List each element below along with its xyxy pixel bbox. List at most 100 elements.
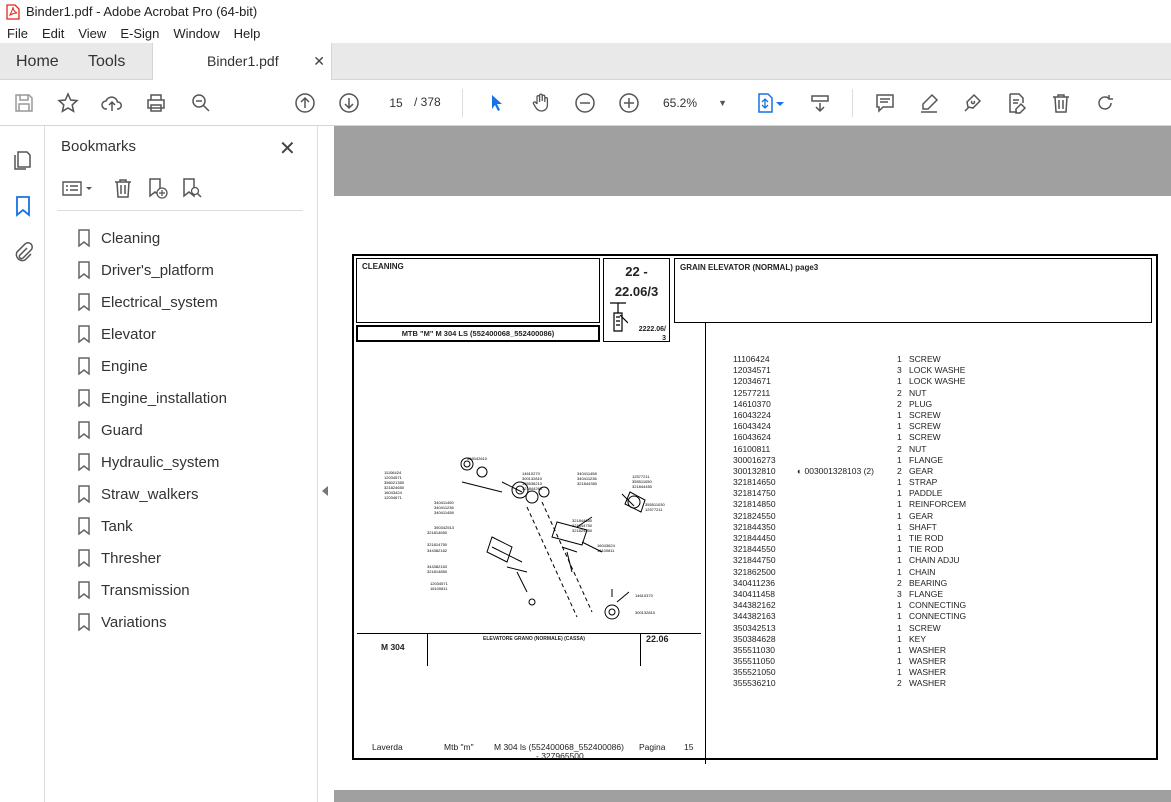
reference-bottom: 22.06/3 (614, 284, 659, 299)
menu-esign[interactable]: E-Sign (113, 26, 166, 41)
part-code: 344382163 (733, 611, 776, 622)
part-qty: 1 (897, 644, 902, 655)
bookmark-icon (78, 389, 90, 407)
bookmark-item-hydraulic-system[interactable]: Hydraulic_system (77, 446, 227, 478)
bookmark-item-variations[interactable]: Variations (77, 606, 227, 638)
part-description: WASHER (909, 678, 946, 689)
tab-tools[interactable]: Tools (88, 43, 125, 80)
fit-page-icon[interactable] (753, 91, 777, 115)
svg-text:321844350: 321844350 (577, 481, 598, 486)
part-description: WASHER (909, 644, 946, 655)
rotate-icon[interactable] (1093, 91, 1117, 115)
bookmark-item-transmission[interactable]: Transmission (77, 574, 227, 606)
bookmark-item-guard[interactable]: Guard (77, 414, 227, 446)
scroll-mode-icon[interactable] (808, 91, 832, 115)
sign-pen-icon[interactable] (961, 91, 985, 115)
part-qty: 1 (897, 656, 902, 667)
bookmarks-panel-icon[interactable] (11, 194, 35, 218)
part-alt-code (797, 589, 897, 600)
page-number-input[interactable] (382, 93, 410, 113)
menu-window[interactable]: Window (166, 26, 226, 41)
table-row: 321844750 1 CHAIN ADJU (733, 555, 966, 566)
zoom-in-icon[interactable] (617, 91, 641, 115)
close-panel-icon[interactable]: ✕ (279, 136, 296, 161)
hand-tool-icon[interactable] (529, 91, 553, 115)
part-description: LOCK WASHE (909, 365, 966, 376)
close-tab-icon[interactable]: ✕ (313, 43, 325, 80)
part-code: 14610370 (733, 398, 771, 409)
new-bookmark-icon[interactable] (145, 176, 169, 200)
delete-icon[interactable] (1049, 91, 1073, 115)
part-qty: 1 (897, 499, 902, 510)
part-code: 350384628 (733, 633, 776, 644)
next-page-icon[interactable] (337, 91, 361, 115)
bookmark-label: Straw_walkers (101, 485, 199, 503)
svg-text:12577211: 12577211 (645, 507, 663, 512)
bookmark-label: Elevator (101, 325, 157, 343)
menu-edit[interactable]: Edit (35, 26, 71, 41)
part-code: 300016273 (733, 454, 776, 465)
table-row: 321844450 1 TIE ROD (733, 533, 966, 544)
pages-thumbnails-icon[interactable] (11, 148, 35, 172)
bookmark-item-electrical-system[interactable]: Electrical_system (77, 286, 227, 318)
panel-splitter[interactable] (317, 126, 334, 802)
zoom-out-icon[interactable] (573, 91, 597, 115)
footer-page-number: 15 (684, 742, 694, 752)
legend-caption: ELEVATORE GRANO (NORMALE) (CASSA) (483, 636, 585, 642)
part-alt-code (797, 388, 897, 399)
previous-page-icon[interactable] (293, 91, 317, 115)
exploded-parts-drawing: 1110642412034571356021350 32182465016043… (384, 456, 666, 620)
bookmark-item-engine-installation[interactable]: Engine_installation (77, 382, 227, 414)
part-qty: 2 (897, 678, 902, 689)
bookmark-item-straw-walkers[interactable]: Straw_walkers (77, 478, 227, 510)
edit-pdf-icon[interactable] (1005, 91, 1029, 115)
table-row: 321862500 1 CHAIN (733, 567, 966, 578)
bookmark-item-cleaning[interactable]: Cleaning (77, 222, 227, 254)
collapse-panel-icon[interactable] (322, 486, 328, 496)
zoom-search-icon[interactable] (189, 91, 213, 115)
table-row: 321844350 1 SHAFT (733, 522, 966, 533)
parts-sheet: CLEANING MTB "M" M 304 LS (552400068_552… (352, 254, 1158, 764)
part-description: BEARING (909, 577, 948, 588)
highlight-pen-icon[interactable] (917, 91, 941, 115)
part-thumbnail-icon (610, 302, 628, 332)
bookmark-item-tank[interactable]: Tank (77, 510, 227, 542)
bookmark-options-menu-icon[interactable] (61, 176, 95, 200)
menu-file[interactable]: File (0, 26, 35, 41)
table-row: 16100811 2 NUT (733, 444, 966, 455)
zoom-level-select[interactable]: 65.2% ▼ (663, 93, 733, 113)
horizontal-scrollbar[interactable] (334, 790, 1171, 802)
select-cursor-icon[interactable] (485, 91, 509, 115)
reference-small: 2222.06/ 3 (638, 326, 666, 342)
delete-bookmark-icon[interactable] (111, 176, 135, 200)
part-code: 321844350 (733, 521, 776, 532)
tab-document[interactable]: Binder1.pdf ✕ (152, 43, 332, 81)
document-viewer[interactable]: CLEANING MTB "M" M 304 LS (552400068_552… (334, 126, 1171, 802)
save-icon[interactable] (12, 91, 36, 115)
part-description: STRAP (909, 477, 938, 488)
menu-view[interactable]: View (71, 26, 113, 41)
bookmark-item-engine[interactable]: Engine (77, 350, 227, 382)
bookmarks-toolbar (59, 176, 309, 206)
part-qty: 2 (897, 443, 902, 454)
bookmark-label: Engine (101, 357, 148, 375)
menu-help[interactable]: Help (227, 26, 268, 41)
bookmark-item-drivers-platform[interactable]: Driver's_platform (77, 254, 227, 286)
part-code: 340411236 (733, 577, 775, 588)
fit-page-dropdown-icon[interactable] (775, 91, 785, 115)
comment-icon[interactable] (873, 91, 897, 115)
upload-cloud-icon[interactable] (100, 91, 124, 115)
find-bookmark-icon[interactable] (179, 176, 203, 200)
print-icon[interactable] (144, 91, 168, 115)
bookmark-item-elevator[interactable]: Elevator (77, 318, 227, 350)
tab-home[interactable]: Home (16, 43, 59, 80)
part-alt-code (797, 578, 897, 589)
star-icon[interactable] (56, 91, 80, 115)
part-code: 355521050 (733, 667, 776, 678)
attachments-icon[interactable] (11, 240, 35, 264)
part-alt-code (797, 600, 897, 611)
page-total: / 378 (414, 95, 441, 109)
part-description: LOCK WASHE (909, 376, 966, 387)
bookmark-item-thresher[interactable]: Thresher (77, 542, 227, 574)
part-alt-code (797, 544, 897, 555)
